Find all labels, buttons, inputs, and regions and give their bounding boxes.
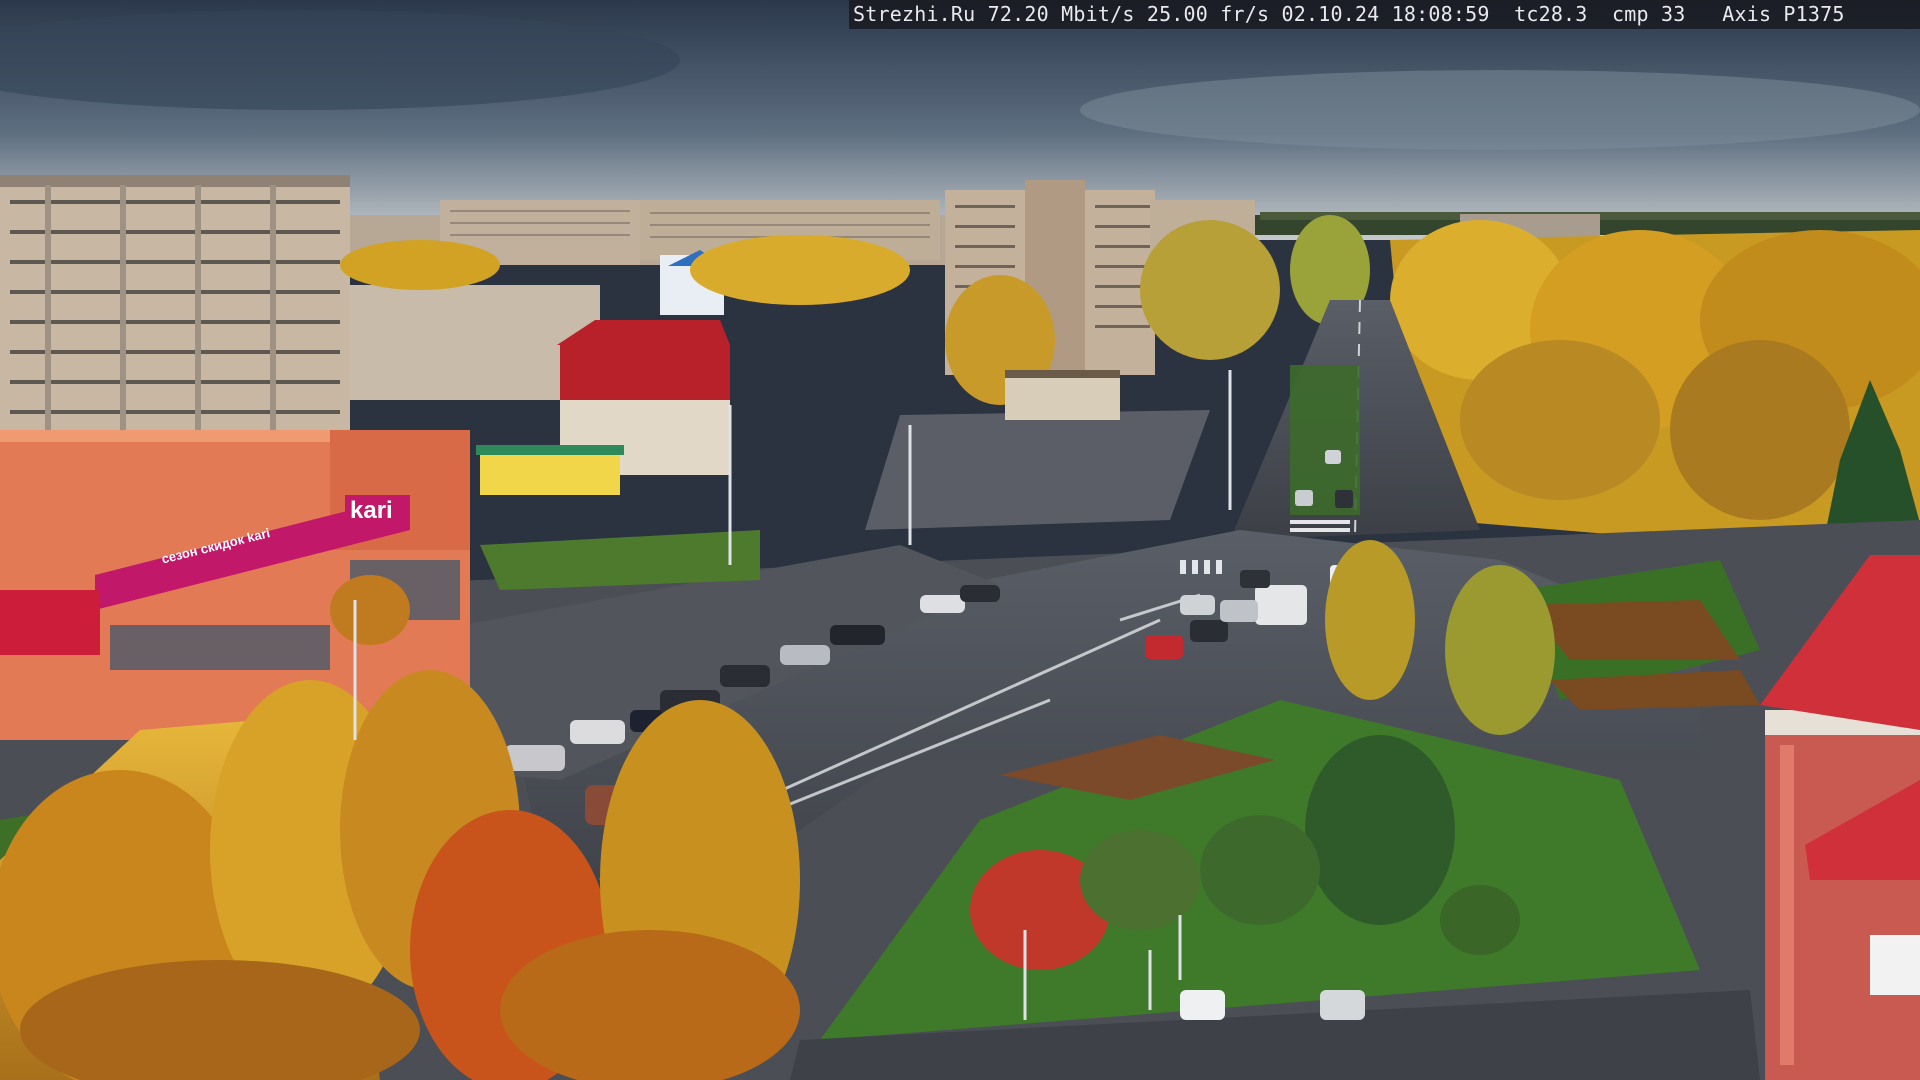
plaza <box>865 410 1210 530</box>
osd-site: Strezhi.Ru <box>853 2 976 26</box>
camera-osd-bar: Strezhi.Ru 72.20 Mbit/s 25.00 fr/s 02.10… <box>849 0 1920 29</box>
osd-datetime: 02.10.24 18:08:59 <box>1281 2 1490 26</box>
osd-fps: 25.00 fr/s <box>1146 2 1270 26</box>
camera-frame: kari сезон скидок kari <box>0 0 1920 1080</box>
osd-bitrate: 72.20 Mbit/s <box>987 2 1135 26</box>
osd-camera-model: Axis P1375 <box>1722 2 1845 26</box>
osd-tc: tc28.3 <box>1514 2 1588 26</box>
kari-sign-text: kari <box>350 497 393 524</box>
osd-cmp: cmp 33 <box>1612 2 1686 26</box>
